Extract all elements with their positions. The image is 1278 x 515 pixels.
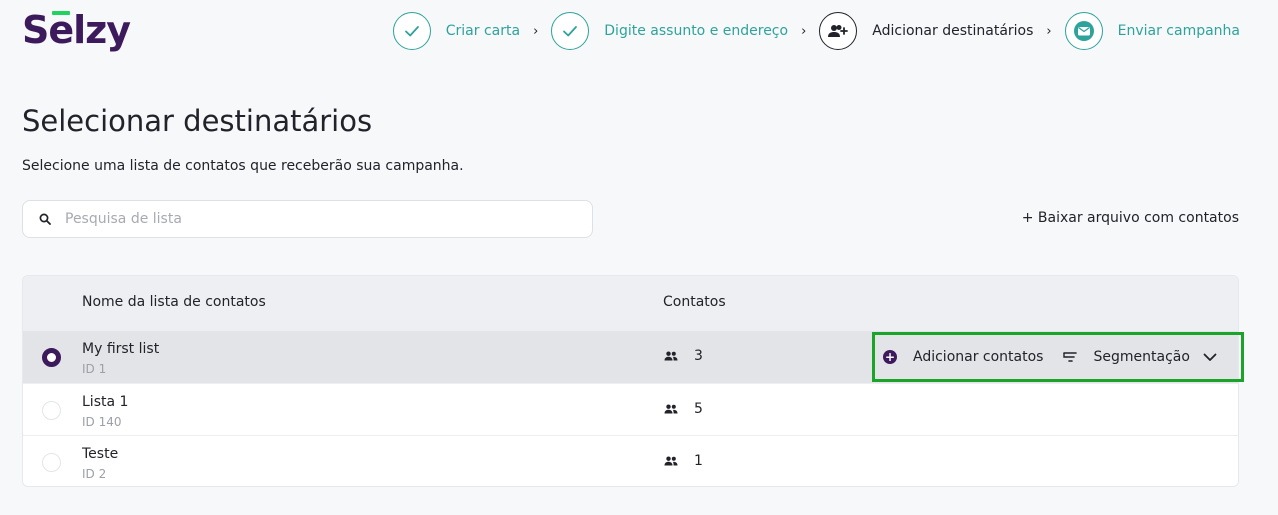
step-label: Adicionar destinatários xyxy=(872,23,1034,39)
contacts-count: 1 xyxy=(664,453,703,469)
list-name: Teste xyxy=(82,446,119,462)
step-label: Criar carta xyxy=(445,23,521,39)
contacts-count-value: 5 xyxy=(694,400,703,417)
step-label: Enviar campanha xyxy=(1117,23,1240,39)
check-icon xyxy=(551,12,590,50)
step-label: Digite assunto e endereço xyxy=(604,23,789,39)
list-name: My first list xyxy=(82,341,160,357)
contacts-count-value: 1 xyxy=(694,453,703,469)
search-input[interactable] xyxy=(65,211,545,227)
list-name: Lista 1 xyxy=(82,393,129,410)
campaign-steps: Criar carta › Digite assunto e endereço … xyxy=(392,11,1240,51)
download-contacts-link[interactable]: + Baixar arquivo com contatos xyxy=(1022,210,1239,226)
row-radio[interactable] xyxy=(42,453,61,472)
people-icon xyxy=(664,351,678,361)
list-id: ID 2 xyxy=(82,467,107,481)
envelope-icon xyxy=(1064,12,1103,50)
table-row[interactable]: Teste ID 2 1 xyxy=(23,435,1238,486)
column-header-name[interactable]: Nome da lista de contatos xyxy=(82,294,266,310)
step-subject-address[interactable]: Digite assunto e endereço xyxy=(551,12,788,50)
segmentation-icon[interactable] xyxy=(1063,351,1078,363)
contacts-count: 5 xyxy=(664,401,703,417)
plus-circle-icon[interactable]: + xyxy=(883,350,897,364)
table-row[interactable]: Lista 1 ID 140 5 xyxy=(23,382,1238,435)
step-create-letter[interactable]: Criar carta xyxy=(392,12,521,50)
search-box[interactable] xyxy=(22,200,593,238)
chevron-right-icon: › xyxy=(801,23,807,39)
check-icon xyxy=(392,12,431,50)
segmentation-button[interactable]: Segmentação xyxy=(1093,349,1189,365)
contacts-count-value: 3 xyxy=(694,348,703,364)
logo-accent-bar xyxy=(52,11,70,15)
selzy-logo[interactable]: Selzy xyxy=(22,8,131,52)
add-contacts-button[interactable]: Adicionar contatos xyxy=(913,349,1043,365)
page-subtitle: Selecione uma lista de contatos que rece… xyxy=(22,158,464,174)
column-header-contacts[interactable]: Contatos xyxy=(663,294,726,310)
table-header: Nome da lista de contatos Contatos xyxy=(23,276,1238,330)
step-send-campaign[interactable]: Enviar campanha xyxy=(1064,12,1240,50)
page-title: Selecionar destinatários xyxy=(22,104,373,138)
people-icon xyxy=(664,404,678,413)
row-radio[interactable] xyxy=(42,348,61,367)
step-add-recipients[interactable]: Adicionar destinatários xyxy=(819,12,1033,50)
list-id: ID 1 xyxy=(82,362,107,376)
chevron-right-icon: › xyxy=(533,23,539,39)
add-user-icon xyxy=(819,12,858,50)
row-actions-highlight: + Adicionar contatos Segmentação xyxy=(872,332,1244,382)
search-icon xyxy=(39,213,51,225)
people-icon xyxy=(664,456,678,466)
chevron-down-icon[interactable] xyxy=(1203,353,1217,362)
row-radio[interactable] xyxy=(42,400,61,420)
contacts-count: 3 xyxy=(664,348,703,364)
logo-text: Selzy xyxy=(22,8,131,52)
chevron-right-icon: › xyxy=(1046,23,1052,39)
list-id: ID 140 xyxy=(82,414,122,429)
